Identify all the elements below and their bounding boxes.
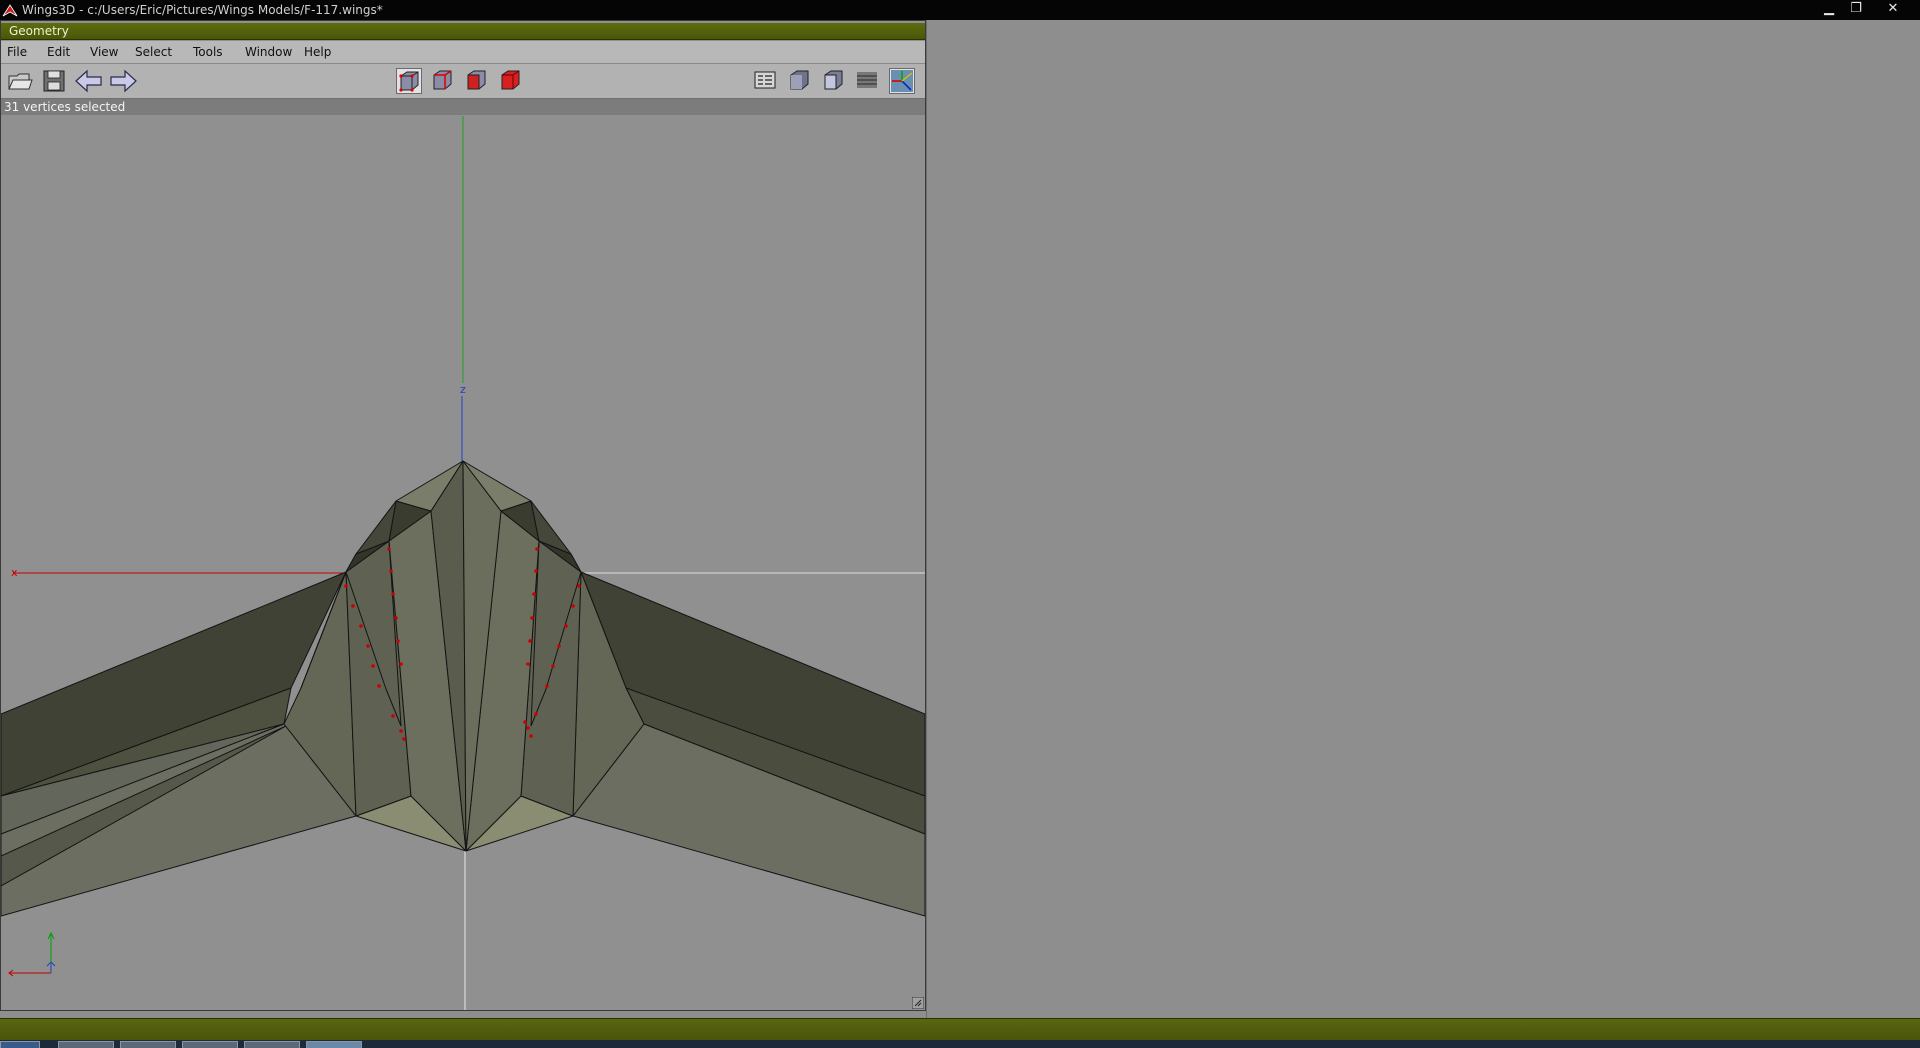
window-titlebar: Wings3D - c:/Users/Eric/Pictures/Wings M… [0, 0, 1920, 20]
window-title: Wings3D - c:/Users/Eric/Pictures/Wings M… [22, 3, 383, 17]
geometry-window: Geometry File Edit View Select Tools Win… [0, 20, 926, 1011]
flat-shade-button[interactable] [821, 68, 847, 94]
mini-axes-gizmo [8, 931, 56, 977]
minimize-button[interactable]: ▁ [1816, 0, 1842, 18]
menu-help[interactable]: Help [304, 45, 331, 59]
save-icon [43, 70, 65, 92]
geometry-window-title[interactable]: Geometry [1, 23, 925, 40]
vertex-mode-button[interactable] [396, 68, 422, 94]
smooth-shade-button[interactable] [787, 68, 813, 94]
menu-view[interactable]: View [90, 45, 118, 59]
edge-mode-icon [433, 70, 452, 90]
groundplane-icon [754, 71, 776, 89]
taskbar-item-1[interactable] [58, 1041, 114, 1048]
wireframe-icon [857, 72, 877, 88]
3d-viewport[interactable]: z x [1, 116, 925, 1010]
taskbar-item-4[interactable] [244, 1041, 300, 1048]
axes-icon [891, 70, 913, 92]
status-text: 31 vertices selected [4, 100, 126, 114]
axes-button[interactable] [889, 68, 915, 94]
menu-select[interactable]: Select [135, 45, 172, 59]
flat-shade-icon [824, 70, 843, 90]
wings3d-app-icon [2, 4, 18, 17]
info-bar [0, 1018, 1920, 1041]
f117-model[interactable] [1, 460, 925, 917]
taskbar-item-3[interactable] [182, 1041, 238, 1048]
vertex-mode-icon [399, 71, 419, 92]
z-axis-label: z [460, 383, 466, 396]
close-button[interactable]: ✕ [1880, 0, 1906, 18]
restore-button[interactable]: ❐ [1843, 0, 1869, 18]
status-bar: 31 vertices selected [1, 99, 925, 115]
smooth-shade-icon [790, 70, 809, 90]
undo-icon [75, 69, 102, 93]
menu-edit[interactable]: Edit [47, 45, 70, 59]
geometry-title-label: Geometry [9, 24, 69, 38]
edge-mode-button[interactable] [430, 68, 456, 94]
body-mode-button[interactable] [498, 68, 524, 94]
face-mode-icon [467, 70, 486, 90]
open-icon [8, 73, 33, 90]
menu-tools[interactable]: Tools [193, 45, 223, 59]
groundplane-button[interactable] [753, 68, 779, 94]
start-button[interactable] [0, 1041, 40, 1048]
menu-file[interactable]: File [7, 45, 27, 59]
menu-window[interactable]: Window [245, 45, 292, 59]
menu-bar: File Edit View Select Tools Window Help [1, 41, 925, 64]
body-mode-icon [501, 70, 520, 90]
taskbar-item-wings3d[interactable] [306, 1041, 362, 1048]
resize-grip-icon[interactable] [912, 997, 924, 1009]
taskbar-item-2[interactable] [120, 1041, 176, 1048]
os-taskbar [0, 1040, 1920, 1048]
empty-workspace [926, 20, 1920, 1018]
face-mode-button[interactable] [464, 68, 490, 94]
open-button[interactable] [7, 68, 33, 94]
undo-button[interactable] [74, 68, 102, 94]
redo-icon [110, 69, 137, 93]
x-axis-label: x [11, 566, 18, 579]
wireframe-button[interactable] [855, 68, 881, 94]
model-canvas[interactable]: z x [1, 116, 925, 1010]
toolbar [1, 64, 925, 99]
redo-button[interactable] [108, 68, 137, 94]
save-button[interactable] [41, 68, 67, 94]
